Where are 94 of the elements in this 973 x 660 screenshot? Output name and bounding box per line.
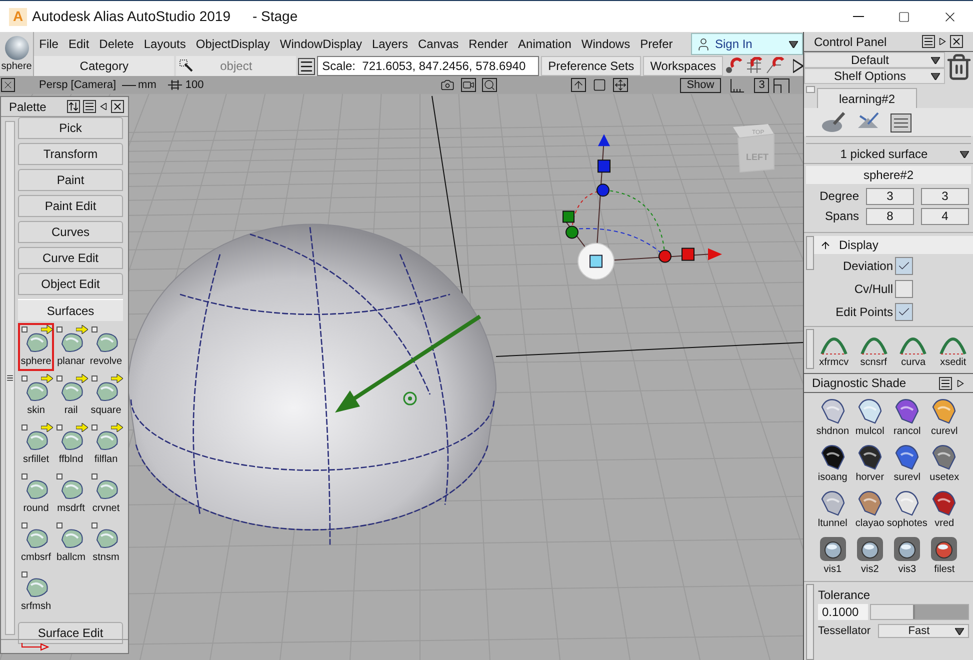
surface-tool[interactable]: crvnet	[88, 470, 124, 518]
picked-object-dropdown[interactable]: 1 picked surface	[804, 145, 973, 164]
shade-mode-button[interactable]: ltunnel	[814, 489, 852, 531]
tolerance-field[interactable]: 0.1000	[818, 604, 868, 620]
surface-tool[interactable]: rail	[53, 372, 89, 420]
app-logo: A	[9, 8, 27, 26]
shelf-tool[interactable]: xsedit	[933, 329, 973, 369]
option-label: Cv/Hull	[854, 280, 893, 298]
shade-mode-button[interactable]: vis2	[851, 535, 888, 577]
field-label: Tolerance	[818, 587, 872, 604]
shade-mode-button[interactable]: rancol	[888, 397, 926, 439]
palette-tab[interactable]: Paint	[18, 169, 123, 191]
view-count[interactable]: 3	[754, 78, 770, 92]
show-button[interactable]: Show	[680, 78, 722, 92]
sign-in-button[interactable]: Sign In	[691, 33, 803, 55]
surface-tool[interactable]: msdrft	[53, 470, 89, 518]
surface-tool[interactable]: srfmsh	[18, 568, 54, 616]
window-title: Autodesk Alias AutoStudio 2019	[32, 7, 230, 26]
menu-item[interactable]: Layers	[366, 35, 413, 53]
surface-tool[interactable]: ffblnd	[53, 421, 89, 469]
grid-size-label: 100	[185, 78, 204, 93]
palette-tab[interactable]: Paint Edit	[18, 195, 123, 217]
surface-tool[interactable]: square	[88, 372, 124, 420]
menu-item[interactable]: ObjectDisplay	[190, 35, 275, 53]
menu-item[interactable]: Delete	[94, 35, 139, 53]
panel-title: Control Panel	[814, 34, 887, 50]
number-field[interactable]: 8	[866, 208, 914, 224]
number-field[interactable]: 4	[921, 208, 969, 224]
palette-tab[interactable]: Surfaces	[18, 299, 123, 321]
shelf-tab[interactable]: learning#2	[817, 88, 917, 108]
section-title: Display	[839, 237, 878, 254]
shelf-tool[interactable]: scnsrf	[854, 329, 894, 369]
surface-tool[interactable]: planar	[53, 323, 89, 371]
surface-tool[interactable]: sphere	[18, 323, 54, 371]
tessellator-dropdown[interactable]: Fast	[878, 624, 969, 638]
toolbar-button[interactable]: Preference Sets	[541, 56, 642, 76]
shade-mode-button[interactable]: clayao	[851, 489, 888, 531]
shelf-tool[interactable]: xfrmcv	[814, 329, 854, 369]
surface-tool[interactable]: round	[18, 470, 54, 518]
field-label: Spans	[824, 208, 859, 225]
current-tool-label: sphere	[1, 61, 32, 73]
shade-mode-button[interactable]: usetex	[926, 443, 963, 485]
shade-mode-button[interactable]: vis3	[888, 535, 926, 577]
surface-tool[interactable]: revolve	[88, 323, 124, 371]
shade-mode-button[interactable]: curevl	[926, 397, 963, 439]
category-field[interactable]: Category	[34, 56, 174, 76]
palette-tab[interactable]: Pick	[18, 117, 123, 139]
toolbar-button[interactable]: Workspaces	[643, 56, 723, 76]
menu-item[interactable]: Windows	[576, 35, 636, 53]
option-label: Edit Points	[836, 304, 893, 320]
shelf-set-dropdown[interactable]: Default	[804, 52, 945, 68]
object-name: sphere#2	[806, 166, 971, 184]
shade-mode-button[interactable]: horver	[851, 443, 888, 485]
surface-tool[interactable]: skin	[18, 372, 54, 420]
surface-tool[interactable]: srfillet	[18, 421, 54, 469]
surface-tool[interactable]: cmbsrf	[18, 519, 54, 567]
palette-tab[interactable]: Object Edit	[18, 273, 123, 295]
panel-title: Palette	[9, 98, 46, 116]
shade-mode-button[interactable]: isoang	[814, 443, 852, 485]
shade-mode-button[interactable]: surevl	[888, 443, 926, 485]
menu-item[interactable]: Prefer	[635, 35, 678, 53]
surface-tool[interactable]: ballcm	[53, 519, 89, 567]
shade-mode-button[interactable]: sophotes	[888, 489, 926, 531]
palette-tab[interactable]: Transform	[18, 143, 123, 165]
field-label: Tessellator	[818, 624, 872, 638]
scale-field: Scale: 721.6053, 847.2456, 578.6940	[317, 56, 540, 76]
camera-label: Persp [Camera]	[39, 78, 116, 93]
surface-tool[interactable]: filflan	[88, 421, 124, 469]
palette-tab[interactable]: Curve Edit	[18, 247, 123, 269]
field-label: Degree	[818, 188, 859, 205]
shade-mode-button[interactable]: filest	[926, 535, 963, 577]
shelf-tool[interactable]: curva	[894, 329, 934, 369]
shade-mode-button[interactable]: shdnon	[814, 397, 852, 439]
menu-item[interactable]: Animation	[513, 35, 576, 53]
document-title: - Stage	[252, 7, 298, 26]
menu-item[interactable]: WindowDisplay	[274, 35, 367, 53]
palette-tab[interactable]: Curves	[18, 221, 123, 243]
palette-tab[interactable]: Surface Edit	[18, 622, 123, 644]
menu-item[interactable]: Layouts	[138, 35, 191, 53]
menu-item[interactable]: Canvas	[412, 35, 464, 53]
shade-mode-button[interactable]: mulcol	[851, 397, 888, 439]
shade-mode-button[interactable]: vis1	[814, 535, 852, 577]
units-label: mm	[138, 78, 156, 93]
shelf-options-dropdown[interactable]: Shelf Options	[804, 68, 945, 84]
panel-title: Diagnostic Shade	[812, 375, 906, 392]
number-field[interactable]: 3	[866, 188, 914, 204]
option-label: Deviation	[842, 258, 893, 274]
menu-item[interactable]: Render	[464, 35, 514, 53]
surface-tool[interactable]: stnsm	[88, 519, 124, 567]
number-field[interactable]: 3	[921, 188, 969, 204]
object-field[interactable]: object	[176, 56, 296, 76]
menu-item[interactable]: File	[34, 35, 64, 53]
menu-item[interactable]: Edit	[63, 35, 94, 53]
shade-mode-button[interactable]: vred	[926, 489, 963, 531]
